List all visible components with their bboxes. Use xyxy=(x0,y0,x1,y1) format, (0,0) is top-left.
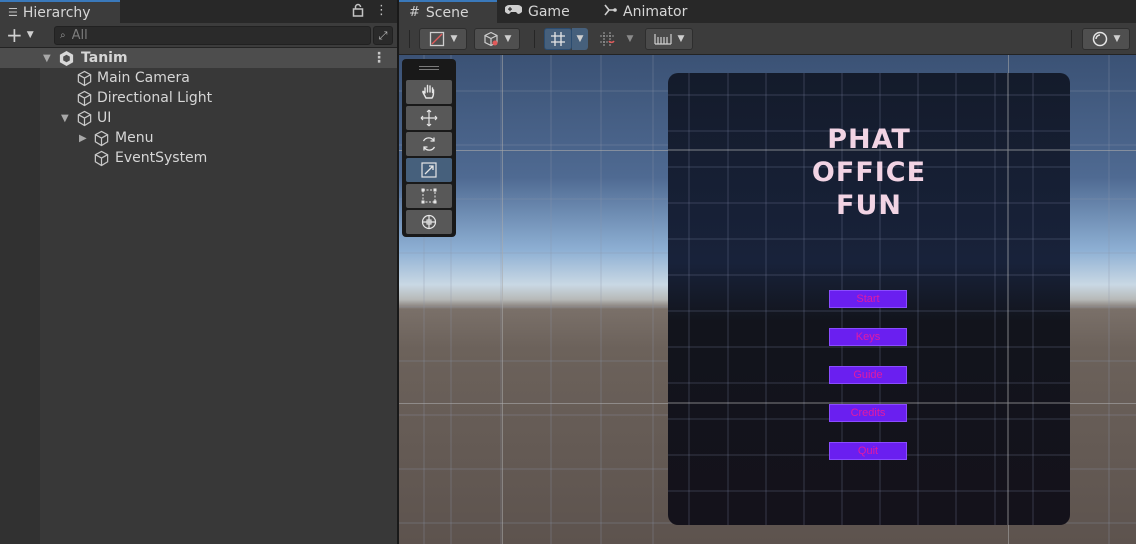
search-icon: ⌕ xyxy=(60,30,66,41)
grid-dropdown-caret[interactable]: ▼ xyxy=(572,28,588,50)
game-menu-canvas[interactable]: PHAT OFFICE FUN Start Keys Guide Credits… xyxy=(668,73,1070,525)
scale-tool-button[interactable] xyxy=(406,158,452,182)
tree-item-eventsystem[interactable]: EventSystem xyxy=(0,148,398,168)
snap-dropdown-caret[interactable]: ▼ xyxy=(622,28,638,50)
scale-icon xyxy=(421,162,437,178)
gameobject-cube-icon xyxy=(77,70,92,86)
hand-icon xyxy=(422,84,435,99)
guide-line xyxy=(502,55,503,544)
menu-start-button[interactable]: Start xyxy=(829,290,907,308)
move-tool-button[interactable] xyxy=(406,106,452,130)
hierarchy-tab-label: Hierarchy xyxy=(22,4,91,21)
scene-row[interactable]: ▼ Tanim ⋮ xyxy=(0,48,398,68)
rotate-tool-button[interactable] xyxy=(406,132,452,156)
hierarchy-tab-bar: ☰ Hierarchy ⋮ xyxy=(0,0,398,23)
increment-snap-button[interactable]: ▼ xyxy=(645,28,693,50)
chevron-down-icon[interactable]: ▼ xyxy=(61,113,69,124)
sphere-icon xyxy=(1092,31,1107,47)
scene-toolbar: ▼ ▼ ▼ ▼ ▼ ▼ xyxy=(399,23,1136,55)
tab-label: Animator xyxy=(623,3,688,20)
scene-kebab-icon[interactable]: ⋮ xyxy=(372,50,386,66)
game-title: PHAT OFFICE FUN xyxy=(811,124,927,221)
hierarchy-toolbar: + ▼ ⌕ ⤢ xyxy=(0,23,398,48)
tree-item-label: Main Camera xyxy=(97,70,190,86)
tab-hierarchy[interactable]: ☰ Hierarchy xyxy=(0,0,120,23)
tab-scene[interactable]: # Scene xyxy=(399,0,497,23)
tree-item-menu[interactable]: ▶ Menu xyxy=(0,128,398,148)
plus-icon: + xyxy=(6,23,23,47)
chevron-down-icon: ▼ xyxy=(26,30,34,40)
unity-scene-icon xyxy=(59,50,74,66)
chevron-down-icon: ▼ xyxy=(626,34,634,44)
menu-guide-button[interactable]: Guide xyxy=(829,366,907,384)
list-icon: ☰ xyxy=(8,6,18,19)
chevron-down-icon: ▼ xyxy=(677,34,685,44)
hand-tool-button[interactable] xyxy=(406,80,452,104)
snap-grid-icon xyxy=(600,32,615,46)
grid-toggle-button[interactable] xyxy=(544,28,572,50)
grid-icon xyxy=(551,32,565,46)
lock-icon[interactable] xyxy=(352,3,364,21)
animator-icon xyxy=(603,4,617,20)
hierarchy-search[interactable]: ⌕ xyxy=(54,26,371,45)
move-arrows-icon xyxy=(420,109,438,127)
gameobject-cube-icon xyxy=(77,110,92,126)
ruler-icon xyxy=(653,34,672,45)
tool-palette xyxy=(402,59,456,237)
gameobject-cube-icon xyxy=(94,150,109,166)
menu-credits-button[interactable]: Credits xyxy=(829,404,907,422)
hash-icon: # xyxy=(409,5,420,20)
cube-orient-icon xyxy=(483,31,498,47)
search-mode-button[interactable]: ⤢ xyxy=(373,26,393,45)
chevron-down-icon: ▼ xyxy=(450,34,458,44)
drag-handle[interactable] xyxy=(419,66,439,70)
chevron-down-icon: ▼ xyxy=(504,34,512,44)
tab-label: Scene xyxy=(425,4,469,21)
scene-panel: # Scene Game Animator ▼ ▼ ▼ ▼ ▼ ▼ PHAT O… xyxy=(399,0,1136,544)
gamepad-icon xyxy=(504,4,523,19)
search-input[interactable] xyxy=(71,28,352,43)
hierarchy-panel: ☰ Hierarchy ⋮ + ▼ ⌕ ⤢ ▼ Tanim ⋮ xyxy=(0,0,398,544)
tree-item-ui[interactable]: ▼ UI xyxy=(0,108,398,128)
chevron-down-icon[interactable]: ▼ xyxy=(43,53,51,64)
tree-item-label: EventSystem xyxy=(115,150,208,166)
tree-item-label: Menu xyxy=(115,130,154,146)
hierarchy-tree: ▼ Tanim ⋮ Main Camera Directional Light … xyxy=(0,48,398,168)
tree-item-label: UI xyxy=(97,110,112,126)
menu-quit-button[interactable]: Quit xyxy=(829,442,907,460)
snap-toggle-button[interactable] xyxy=(594,28,620,50)
scene-name: Tanim xyxy=(81,50,128,66)
scene-viewport[interactable]: PHAT OFFICE FUN Start Keys Guide Credits… xyxy=(399,55,1136,544)
transform-tool-button[interactable] xyxy=(406,210,452,234)
orientation-overlay-button[interactable]: ▼ xyxy=(1082,28,1130,50)
draw-mode-button[interactable]: ▼ xyxy=(419,28,467,50)
rotate-icon xyxy=(422,137,436,151)
gameobject-cube-icon xyxy=(77,90,92,106)
toolbar-separator xyxy=(1071,30,1072,48)
chevron-down-icon: ▼ xyxy=(576,34,584,44)
chevron-down-icon: ▼ xyxy=(1113,34,1121,44)
tree-item-directional-light[interactable]: Directional Light xyxy=(0,88,398,108)
shading-icon xyxy=(429,31,444,47)
chevron-right-icon[interactable]: ▶ xyxy=(79,133,87,144)
toolbar-separator xyxy=(534,30,535,48)
tab-label: Game xyxy=(528,3,570,20)
gameobject-cube-icon xyxy=(94,130,109,146)
scene-tab-bar: # Scene Game Animator xyxy=(399,0,1136,23)
tab-animator[interactable]: Animator xyxy=(603,0,687,23)
menu-keys-button[interactable]: Keys xyxy=(829,328,907,346)
search-scene-icon: ⤢ xyxy=(378,28,388,42)
kebab-menu-icon[interactable]: ⋮ xyxy=(375,3,388,18)
toolbar-separator xyxy=(409,30,410,48)
rect-transform-icon xyxy=(421,188,437,204)
tree-item-main-camera[interactable]: Main Camera xyxy=(0,68,398,88)
tree-item-label: Directional Light xyxy=(97,90,213,106)
add-object-button[interactable]: + ▼ xyxy=(6,25,42,45)
gizmo-orientation-button[interactable]: ▼ xyxy=(474,28,520,50)
transform-icon xyxy=(421,214,437,230)
tab-game[interactable]: Game xyxy=(504,0,570,23)
rect-tool-button[interactable] xyxy=(406,184,452,208)
